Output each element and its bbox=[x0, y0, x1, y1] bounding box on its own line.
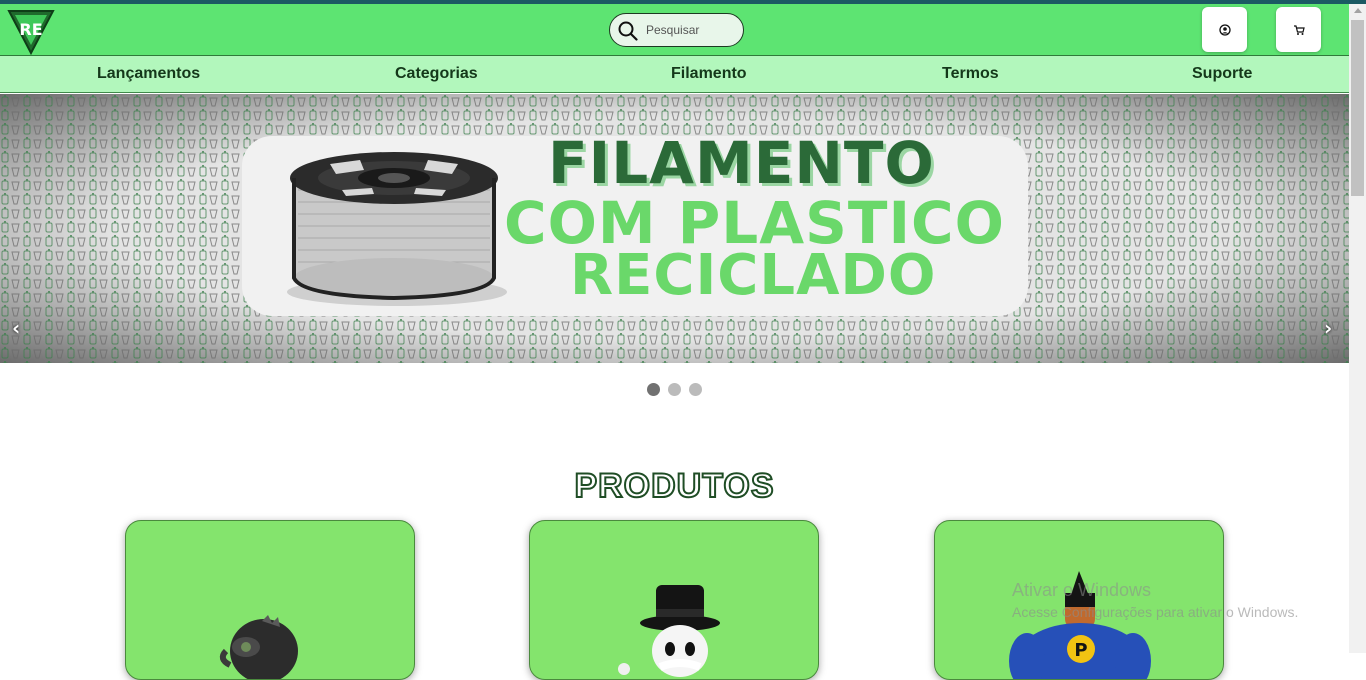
carousel-dot-3[interactable] bbox=[689, 383, 702, 396]
nav-item-suporte[interactable]: Suporte bbox=[1192, 65, 1252, 83]
carousel-next-button[interactable]: › bbox=[1324, 316, 1332, 340]
carousel-dot-1[interactable] bbox=[647, 383, 660, 396]
filament-spool-image bbox=[287, 152, 507, 306]
scroll-up-arrow-icon[interactable] bbox=[1354, 8, 1362, 13]
carousel-dot-2[interactable] bbox=[668, 383, 681, 396]
logo[interactable]: RE bbox=[7, 7, 55, 56]
nav-item-categorias[interactable]: Categorias bbox=[395, 65, 478, 83]
account-button[interactable] bbox=[1202, 7, 1247, 52]
scrollbar-thumb[interactable] bbox=[1351, 20, 1364, 196]
search-icon[interactable] bbox=[618, 21, 638, 41]
carousel-prev-button[interactable]: ‹ bbox=[12, 316, 20, 340]
vulture-figure-image bbox=[219, 615, 298, 679]
nav-item-termos[interactable]: Termos bbox=[942, 65, 999, 83]
cart-icon bbox=[1293, 24, 1305, 35]
svg-text:P: P bbox=[1074, 640, 1087, 661]
logo-icon: RE bbox=[7, 10, 55, 56]
banner-headline-1: FILAMENTO bbox=[548, 129, 935, 197]
nav-item-lancamentos[interactable]: Lançamentos bbox=[97, 65, 200, 83]
search-input[interactable] bbox=[646, 21, 738, 39]
monopoly-man-figure-image bbox=[618, 585, 720, 677]
search-box[interactable] bbox=[609, 13, 744, 47]
os-activation-watermark-title: Ativar o Windows bbox=[1012, 580, 1152, 600]
product-card[interactable] bbox=[529, 520, 819, 680]
nav-item-filamento[interactable]: Filamento bbox=[671, 65, 747, 83]
banner-headline-3: RECICLADO bbox=[570, 243, 937, 308]
svg-text:RE: RE bbox=[19, 20, 42, 39]
product-card[interactable] bbox=[125, 520, 415, 680]
cart-button[interactable] bbox=[1276, 7, 1321, 52]
main-nav: Lançamentos Categorias Filamento Termos … bbox=[0, 56, 1349, 93]
site-header: RE bbox=[0, 4, 1349, 56]
products-section-title: PRODUTOS bbox=[573, 466, 775, 506]
os-activation-watermark-text: Acesse Configurações para ativar o Windo… bbox=[1012, 604, 1299, 620]
user-icon bbox=[1218, 23, 1231, 36]
